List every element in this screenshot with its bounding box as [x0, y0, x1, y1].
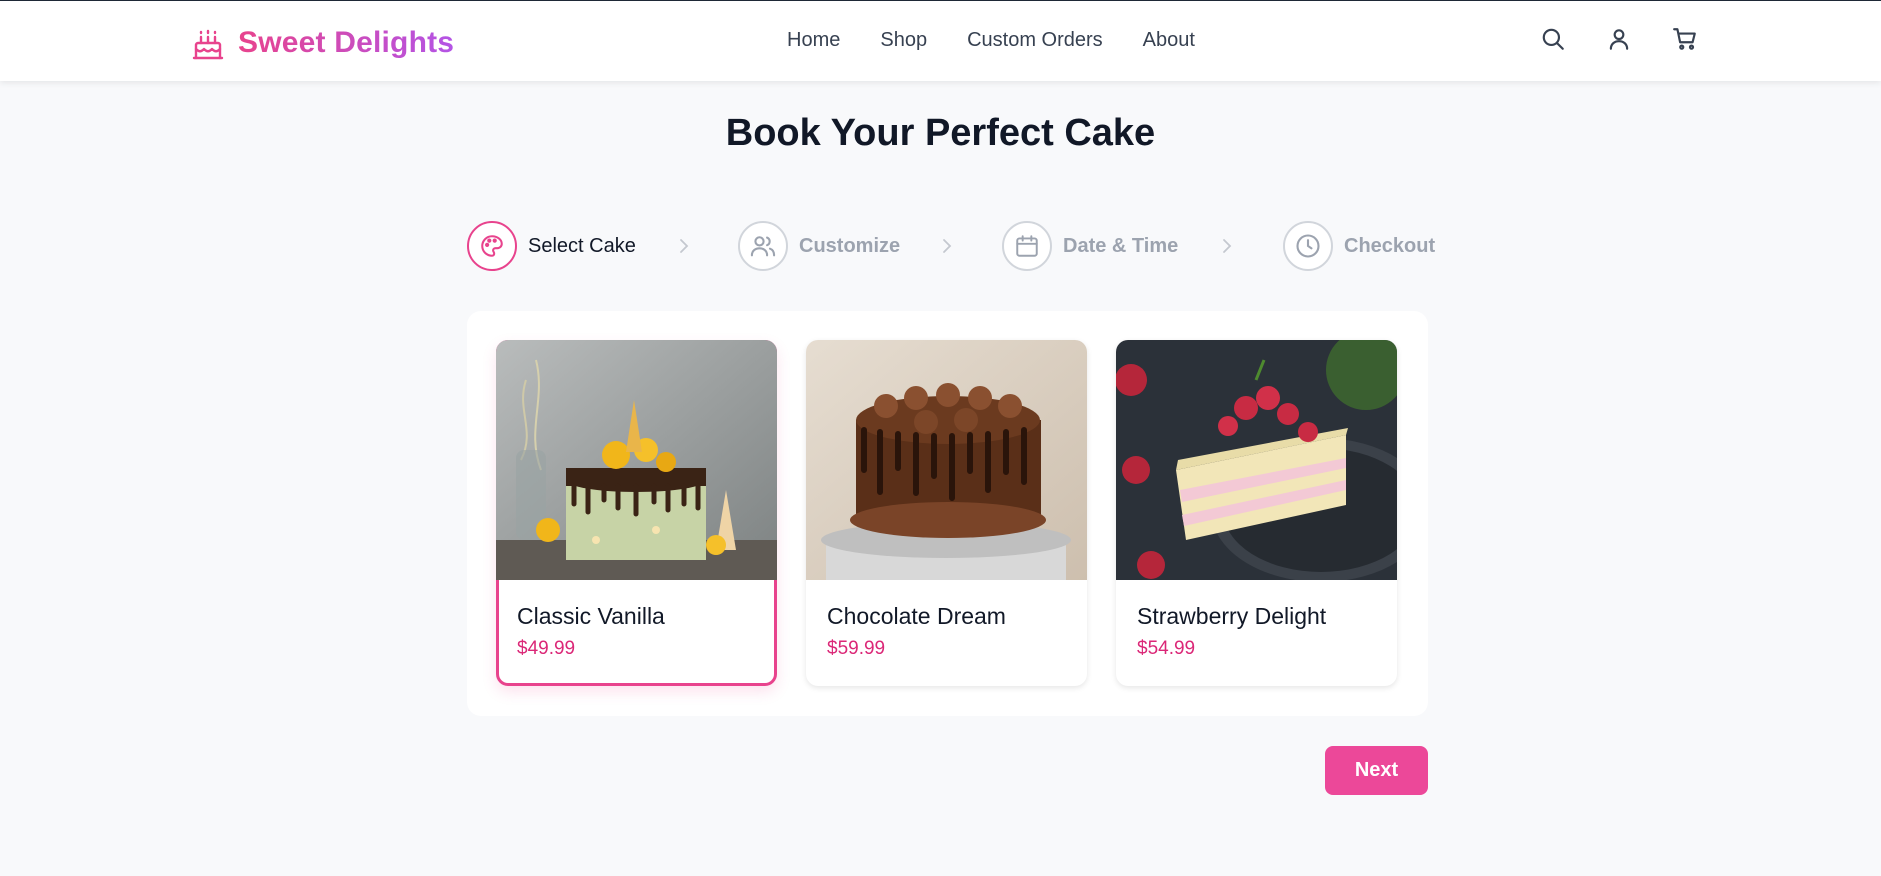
booking-stepper: Select Cake Customize Date & Time Checko…: [467, 220, 1435, 272]
next-button[interactable]: Next: [1325, 746, 1428, 795]
cake-selection-panel: Classic Vanilla $49.99 Chocolate Dream $…: [467, 311, 1428, 716]
step-date-time[interactable]: Date & Time: [1002, 220, 1178, 272]
strawberry-cake-slice-photo: [1116, 340, 1397, 580]
chevron-right-icon: [680, 239, 689, 253]
cart-icon[interactable]: [1672, 26, 1698, 52]
search-icon[interactable]: [1540, 26, 1566, 52]
step-circle: [1283, 221, 1333, 271]
nav-custom-orders[interactable]: Custom Orders: [967, 29, 1103, 52]
step-circle: [467, 221, 517, 271]
step-customize[interactable]: Customize: [738, 220, 900, 272]
brand-logo[interactable]: Sweet Delights: [190, 23, 454, 63]
vanilla-drip-cake-photo: [496, 340, 777, 580]
nav-home[interactable]: Home: [787, 29, 840, 52]
nav-shop[interactable]: Shop: [880, 29, 927, 52]
step-circle: [1002, 221, 1052, 271]
step-label: Checkout: [1344, 234, 1436, 257]
cake-card-strawberry-delight[interactable]: Strawberry Delight $54.99: [1116, 340, 1397, 686]
cake-card-classic-vanilla[interactable]: Classic Vanilla $49.99: [496, 340, 777, 686]
cake-name: Chocolate Dream: [827, 603, 1006, 629]
cake-card-chocolate-dream[interactable]: Chocolate Dream $59.99: [806, 340, 1087, 686]
cake-icon: [192, 29, 224, 60]
cake-name: Strawberry Delight: [1137, 603, 1327, 629]
cake-price: $54.99: [1137, 638, 1196, 659]
palette-icon: [481, 235, 503, 257]
step-circle: [738, 221, 788, 271]
page-title: Book Your Perfect Cake: [725, 112, 1156, 154]
clock-icon: [1296, 234, 1320, 258]
nav-about[interactable]: About: [1143, 29, 1195, 52]
step-label: Select Cake: [528, 234, 636, 257]
step-checkout[interactable]: Checkout: [1283, 220, 1435, 272]
step-label: Customize: [799, 234, 901, 257]
cake-price: $49.99: [517, 638, 576, 659]
chevron-right-icon: [943, 239, 952, 253]
users-icon: [750, 236, 776, 257]
header-actions: [1540, 26, 1698, 52]
step-label: Date & Time: [1063, 234, 1179, 257]
calendar-icon: [1016, 235, 1038, 257]
user-icon[interactable]: [1606, 26, 1632, 52]
chocolate-cake-photo: [806, 340, 1087, 580]
main-nav: Home Shop Custom Orders About: [787, 29, 1195, 52]
cake-name: Classic Vanilla: [517, 603, 665, 629]
site-header: Sweet Delights Home Shop Custom Orders A…: [0, 1, 1881, 81]
chevron-right-icon: [1223, 239, 1232, 253]
cake-price: $59.99: [827, 638, 886, 659]
step-select-cake[interactable]: Select Cake: [467, 220, 636, 272]
brand-name: Sweet Delights: [238, 26, 455, 59]
